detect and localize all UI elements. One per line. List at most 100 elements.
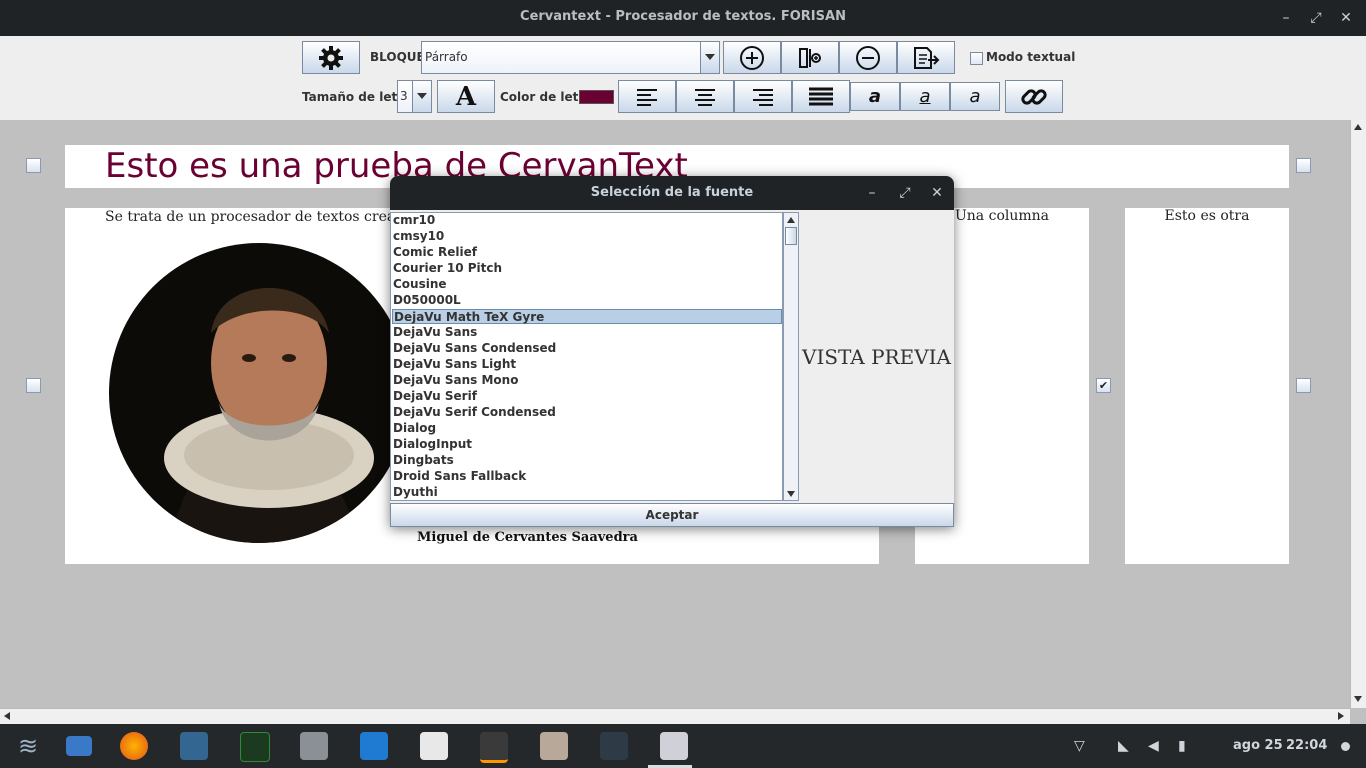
terminal-icon[interactable] — [600, 732, 628, 760]
font-list-item-selected[interactable]: DejaVu Math TeX Gyre — [392, 309, 782, 324]
accept-button[interactable]: Aceptar — [390, 503, 954, 527]
scroll-down-icon[interactable] — [787, 491, 795, 497]
scroll-thumb[interactable] — [785, 227, 797, 245]
align-left-button[interactable] — [618, 80, 676, 113]
zorin-menu-icon[interactable]: ≋ — [14, 732, 42, 760]
text-editor-icon[interactable] — [420, 732, 448, 760]
vscode-icon[interactable] — [360, 732, 388, 760]
sublime-text-icon[interactable] — [480, 732, 508, 763]
font-preview: VISTA PREVIA — [799, 212, 954, 501]
document-export-icon — [914, 46, 940, 69]
close-button[interactable]: ✕ — [1336, 8, 1356, 28]
align-justify-button[interactable] — [792, 80, 850, 113]
dialog-minimize-button[interactable]: – — [862, 183, 882, 203]
scroll-up-icon[interactable] — [1354, 124, 1362, 130]
font-list-item[interactable]: Droid Sans Fallback — [392, 469, 782, 484]
postgresql-icon[interactable] — [180, 732, 208, 760]
column-1-text: Se trata de un procesador de textos crea — [105, 209, 396, 225]
textual-mode-label: Modo textual — [986, 50, 1076, 64]
chevron-down-icon[interactable] — [412, 81, 431, 112]
export-button[interactable] — [897, 41, 955, 74]
scroll-right-icon[interactable] — [1338, 712, 1344, 720]
time-label[interactable]: 22:04 — [1286, 738, 1327, 753]
battery-icon[interactable]: ▮ — [1178, 738, 1186, 754]
notification-dot-icon[interactable] — [1341, 742, 1350, 751]
column-3-text: Esto es otra — [1164, 208, 1250, 224]
style-bold-button[interactable]: a — [850, 82, 900, 111]
font-list-item[interactable]: DejaVu Sans — [392, 325, 782, 340]
row-left-checkbox[interactable] — [26, 378, 41, 393]
align-right-icon — [753, 88, 773, 106]
font-list-item[interactable]: DejaVu Sans Condensed — [392, 341, 782, 356]
font-selection-dialog: Selección de la fuente – ⤢ ✕ cmr10 cmsy10… — [390, 176, 954, 527]
dialog-titlebar: Selección de la fuente – ⤢ ✕ — [390, 176, 954, 210]
scroll-left-icon[interactable] — [4, 712, 10, 720]
horizontal-scrollbar[interactable] — [0, 708, 1350, 724]
font-list-item[interactable]: D050000L — [392, 293, 782, 308]
remove-button[interactable] — [839, 41, 897, 74]
scroll-down-icon[interactable] — [1354, 696, 1362, 702]
portrait-image — [109, 243, 409, 543]
font-list-item[interactable]: Comic Relief — [392, 245, 782, 260]
settings-button[interactable] — [302, 41, 360, 74]
heading-right-checkbox[interactable] — [1296, 158, 1311, 173]
heading-left-checkbox[interactable] — [26, 158, 41, 173]
align-right-button[interactable] — [734, 80, 792, 113]
font-list-item[interactable]: cmr10 — [392, 213, 782, 228]
align-left-icon — [637, 88, 657, 106]
font-list-item[interactable]: Dyuthi — [392, 485, 782, 500]
style-underline-button[interactable]: a — [900, 82, 950, 111]
vertical-scrollbar[interactable] — [1350, 120, 1366, 708]
dialog-close-button[interactable]: ✕ — [927, 183, 947, 203]
style-italic-button[interactable]: a — [950, 82, 1000, 111]
wifi-icon[interactable]: ◣ — [1118, 738, 1129, 754]
workspaces-icon[interactable] — [66, 736, 92, 756]
minus-circle-icon — [856, 45, 880, 70]
link-icon — [1021, 88, 1047, 105]
font-list-item[interactable]: DejaVu Sans Light — [392, 357, 782, 372]
taskbar: ≋ ▽ ◣ ◀ ▮ ago 25 22:04 — [0, 724, 1366, 768]
font-list-item[interactable]: DialogInput — [392, 437, 782, 452]
font-list-item[interactable]: Dialog — [392, 421, 782, 436]
firefox-icon[interactable] — [120, 732, 148, 760]
align-center-button[interactable] — [676, 80, 734, 113]
volume-icon[interactable]: ◀ — [1148, 738, 1159, 754]
font-list-item[interactable]: DejaVu Serif Condensed — [392, 405, 782, 420]
font-list-item[interactable]: Dingbats — [392, 453, 782, 468]
block-select[interactable]: Párrafo — [421, 41, 720, 74]
scroll-up-icon[interactable] — [787, 217, 795, 223]
font-selection-button[interactable]: A — [437, 80, 495, 113]
align-center-icon — [695, 88, 715, 106]
font-list-item[interactable]: DejaVu Serif — [392, 389, 782, 404]
add-button[interactable] — [723, 41, 781, 74]
font-size-label: Tamaño de letra — [302, 90, 412, 104]
font-list[interactable]: cmr10 cmsy10 Comic Relief Courier 10 Pitch C… — [390, 212, 783, 501]
font-list-item[interactable]: Cousine — [392, 277, 782, 292]
font-list-scrollbar[interactable] — [783, 212, 799, 501]
column-checkbox-checked[interactable]: ✔ — [1096, 378, 1111, 393]
textual-mode-checkbox[interactable] — [970, 52, 983, 65]
dialog-maximize-button[interactable]: ⤢ — [895, 183, 915, 203]
font-color-swatch[interactable] — [579, 90, 614, 104]
column-3[interactable]: Esto es otra — [1125, 208, 1289, 564]
font-list-item[interactable]: DejaVu Sans Mono — [392, 373, 782, 388]
insert-column-button[interactable] — [781, 41, 839, 74]
date-label[interactable]: ago 25 — [1233, 738, 1283, 753]
vpn-icon[interactable]: ▽ — [1074, 738, 1085, 754]
maximize-button[interactable]: ⤢ — [1306, 8, 1326, 28]
block-select-value: Párrafo — [425, 50, 468, 64]
gear-icon — [319, 45, 343, 70]
toolbar: BLOQUE Párrafo Modo textual Tamaño de le… — [0, 36, 1366, 120]
font-size-select[interactable]: 3 — [397, 80, 432, 113]
link-button[interactable] — [1005, 80, 1063, 113]
chevron-down-icon[interactable] — [700, 42, 719, 73]
minimize-button[interactable]: – — [1276, 8, 1296, 28]
font-list-item[interactable]: Courier 10 Pitch — [392, 261, 782, 276]
java-app-icon[interactable] — [660, 732, 688, 760]
archive-manager-icon[interactable] — [540, 732, 568, 760]
font-list-item[interactable]: cmsy10 — [392, 229, 782, 244]
files-icon[interactable] — [300, 732, 328, 760]
plus-circle-icon — [740, 45, 764, 70]
system-monitor-icon[interactable] — [240, 732, 270, 762]
row-right-checkbox[interactable] — [1296, 378, 1311, 393]
